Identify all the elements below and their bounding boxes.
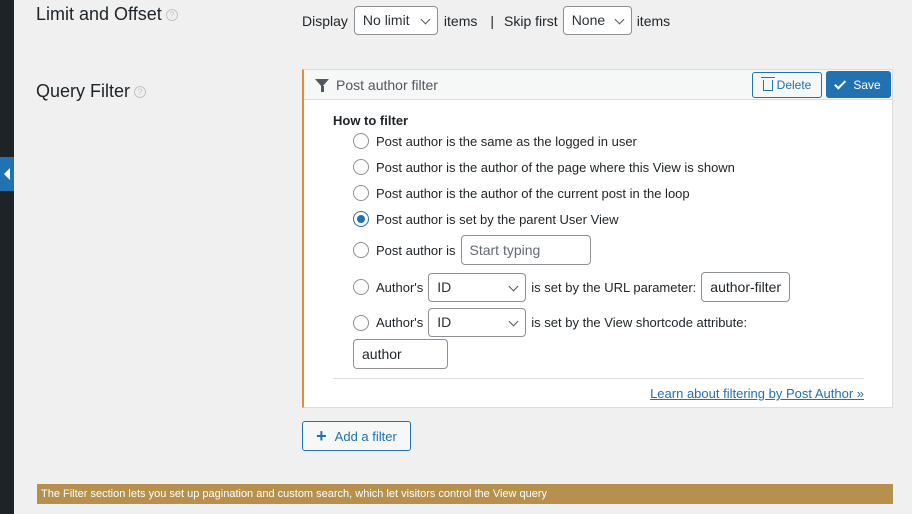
chevron-down-icon bbox=[508, 316, 519, 327]
shortcode-attribute-input[interactable]: author bbox=[353, 339, 448, 369]
option-parent-user-view[interactable]: Post author is set by the parent User Vi… bbox=[353, 211, 619, 227]
limit-offset-title: Limit and Offset? bbox=[36, 4, 178, 25]
radio-url-parameter[interactable] bbox=[353, 279, 369, 295]
radio-specific-author[interactable] bbox=[353, 242, 369, 258]
filter-panel-title: Post author filter bbox=[336, 77, 438, 93]
checkmark-icon bbox=[834, 77, 847, 90]
chevron-down-icon bbox=[420, 14, 431, 25]
plus-icon: + bbox=[316, 426, 327, 446]
radio-shortcode-attribute[interactable] bbox=[353, 314, 369, 331]
main-content: Limit and Offset? Display No limit items… bbox=[14, 0, 912, 514]
collapse-arrow-icon[interactable] bbox=[0, 157, 14, 191]
help-icon[interactable]: ? bbox=[165, 9, 178, 22]
radio-current-post-author[interactable] bbox=[353, 185, 369, 201]
separator: | bbox=[490, 12, 494, 29]
help-icon[interactable]: ? bbox=[134, 86, 147, 99]
admin-sidebar-strip bbox=[0, 0, 14, 514]
skip-first-select[interactable]: None bbox=[562, 6, 632, 35]
filter-funnel-icon bbox=[315, 79, 329, 92]
chevron-down-icon bbox=[614, 14, 625, 25]
query-filter-title: Query Filter? bbox=[36, 81, 147, 102]
chevron-down-icon bbox=[508, 281, 519, 291]
skip-first-label: Skip first bbox=[504, 12, 558, 29]
option-specific-author[interactable]: Post author is Start typing bbox=[353, 235, 591, 265]
radio-page-author[interactable] bbox=[353, 159, 369, 175]
author-search-input[interactable]: Start typing bbox=[460, 235, 591, 265]
delete-filter-button[interactable]: Delete bbox=[752, 72, 822, 98]
option-shortcode-attribute[interactable]: Author's ID is set by the View shortcode… bbox=[353, 308, 747, 337]
limit-offset-controls: Display No limit items | Skip first None… bbox=[302, 6, 670, 35]
learn-filtering-link[interactable]: Learn about filtering by Post Author » bbox=[650, 386, 864, 401]
option-url-parameter[interactable]: Author's ID is set by the URL parameter:… bbox=[353, 272, 791, 302]
filter-panel-header: Post author filter Delete Save bbox=[304, 70, 892, 100]
option-current-post-author[interactable]: Post author is the author of the current… bbox=[353, 185, 690, 201]
url-field-select[interactable]: ID bbox=[428, 272, 527, 302]
filter-section-notice: The Filter section lets you set up pagin… bbox=[37, 484, 893, 504]
option-logged-in-user[interactable]: Post author is the same as the logged in… bbox=[353, 133, 637, 149]
how-to-filter-label: How to filter bbox=[333, 113, 409, 128]
post-author-filter-panel: Post author filter Delete Save How to fi… bbox=[302, 69, 893, 408]
radio-parent-user-view[interactable] bbox=[353, 211, 369, 227]
display-limit-select[interactable]: No limit bbox=[353, 6, 438, 35]
items-label-2: items bbox=[636, 12, 671, 29]
panel-divider bbox=[333, 378, 864, 379]
trash-icon bbox=[760, 76, 775, 91]
save-filter-button[interactable]: Save bbox=[826, 71, 891, 98]
add-filter-button[interactable]: + Add a filter bbox=[302, 421, 411, 451]
display-label: Display bbox=[302, 12, 348, 29]
url-parameter-input[interactable]: author-filter bbox=[701, 272, 791, 302]
option-page-author[interactable]: Post author is the author of the page wh… bbox=[353, 159, 735, 175]
items-label: items bbox=[443, 12, 478, 29]
radio-logged-in-user[interactable] bbox=[353, 133, 369, 149]
shortcode-field-select[interactable]: ID bbox=[428, 308, 527, 337]
